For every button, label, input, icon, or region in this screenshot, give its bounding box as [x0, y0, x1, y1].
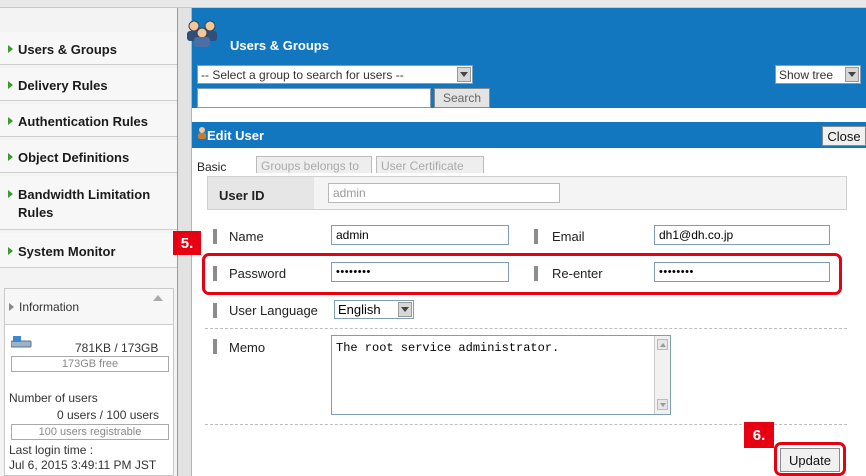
- close-button[interactable]: Close: [822, 126, 866, 146]
- email-label: Email: [552, 229, 585, 244]
- users-count-label: Number of users: [9, 391, 98, 405]
- group-select-value: -- Select a group to search for users --: [201, 67, 404, 82]
- chevron-down-icon: [845, 67, 859, 82]
- divider: [205, 328, 847, 329]
- scroll-up-arrow-icon[interactable]: [657, 339, 668, 350]
- sidebar-item-authentication-rules[interactable]: Authentication Rules: [0, 104, 177, 137]
- expand-arrow-icon: [8, 190, 13, 198]
- tab-label: Groups belongs to: [261, 159, 360, 173]
- view-select-value: Show tree: [779, 67, 834, 82]
- collapse-arrow-icon[interactable]: [153, 295, 163, 301]
- sidebar-item-label: Object Definitions: [18, 150, 130, 165]
- disk-free-bar: 173GB free: [11, 356, 169, 372]
- user-language-value: English: [338, 302, 381, 317]
- sidebar-item-label: Authentication Rules: [18, 114, 149, 129]
- tab-groups-belongs-to[interactable]: Groups belongs to: [256, 156, 372, 173]
- sidebar-item-users-groups[interactable]: Users & Groups: [0, 32, 177, 65]
- email-field[interactable]: dh1@dh.co.jp: [654, 225, 830, 245]
- memo-textarea[interactable]: The root service administrator.: [331, 335, 671, 415]
- user-language-select[interactable]: English: [334, 300, 414, 319]
- expand-arrow-icon: [8, 117, 13, 125]
- sidebar-item-label: Bandwidth Limitation Rules: [18, 187, 151, 220]
- user-language-label: User Language: [229, 303, 318, 318]
- name-label: Name: [229, 229, 264, 244]
- sidebar-item-delivery-rules[interactable]: Delivery Rules: [0, 68, 177, 101]
- field-marker: [213, 303, 217, 318]
- user-icon: [197, 126, 207, 140]
- disk-icon: [10, 335, 33, 348]
- memo-text: The root service administrator.: [336, 341, 560, 355]
- users-remaining-bar: 100 users registrable: [11, 424, 169, 440]
- window-top-bar: [0, 0, 866, 8]
- edit-user-bar: [192, 122, 866, 148]
- step-6-callout: 6.: [744, 422, 774, 448]
- page-title: Users & Groups: [230, 38, 329, 53]
- sidebar-item-label: System Monitor: [18, 244, 116, 259]
- search-button[interactable]: Search: [434, 88, 490, 108]
- scroll-down-arrow-icon[interactable]: [657, 399, 668, 410]
- view-select[interactable]: Show tree: [775, 65, 861, 84]
- expand-arrow-icon: [8, 45, 13, 53]
- disk-usage: 781KB / 173GB: [75, 341, 159, 355]
- sidebar-item-label: Delivery Rules: [18, 78, 108, 93]
- sidebar-item-bandwidth-limitation-rules[interactable]: Bandwidth Limitation Rules: [0, 176, 177, 230]
- information-title: Information: [19, 300, 80, 314]
- password-highlight: [202, 253, 842, 295]
- last-login-label: Last login time :: [9, 443, 94, 457]
- sidebar-item-label: Users & Groups: [18, 42, 117, 57]
- tab-basic[interactable]: Basic: [197, 160, 226, 174]
- tab-user-certificate[interactable]: User Certificate: [376, 156, 484, 173]
- group-select[interactable]: -- Select a group to search for users --: [197, 65, 473, 84]
- update-highlight: [774, 442, 846, 476]
- expand-arrow-icon: [9, 303, 14, 311]
- search-input[interactable]: [197, 88, 431, 108]
- user-id-field: admin: [328, 183, 560, 203]
- sidebar-item-system-monitor[interactable]: System Monitor: [0, 233, 177, 268]
- sidebar-item-object-definitions[interactable]: Object Definitions: [0, 140, 177, 173]
- user-id-label: User ID: [219, 188, 265, 203]
- information-header[interactable]: Information: [5, 289, 173, 325]
- edit-user-title: Edit User: [207, 128, 265, 143]
- memo-scrollbar[interactable]: [654, 336, 670, 414]
- arrow-down-glyph: [660, 403, 666, 407]
- users-count-value: 0 users / 100 users: [57, 408, 160, 422]
- arrow-up-glyph: [660, 343, 666, 347]
- information-panel: Information 781KB / 173GB 173GB free Num…: [4, 288, 174, 476]
- expand-arrow-icon: [8, 81, 13, 89]
- field-marker: [534, 229, 538, 244]
- users-group-icon: [184, 18, 220, 48]
- name-field[interactable]: admin: [331, 225, 509, 245]
- expand-arrow-icon: [8, 153, 13, 161]
- field-marker: [213, 339, 217, 354]
- memo-label: Memo: [229, 340, 266, 355]
- expand-arrow-icon: [8, 247, 13, 255]
- field-marker: [213, 229, 217, 244]
- step-5-callout: 5.: [173, 231, 201, 255]
- tab-label: User Certificate: [381, 159, 464, 173]
- chevron-down-icon: [398, 302, 412, 317]
- user-id-row: User ID admin: [207, 176, 847, 210]
- chevron-down-icon: [457, 67, 471, 82]
- last-login-value: Jul 6, 2015 3:49:11 PM JST: [9, 458, 157, 472]
